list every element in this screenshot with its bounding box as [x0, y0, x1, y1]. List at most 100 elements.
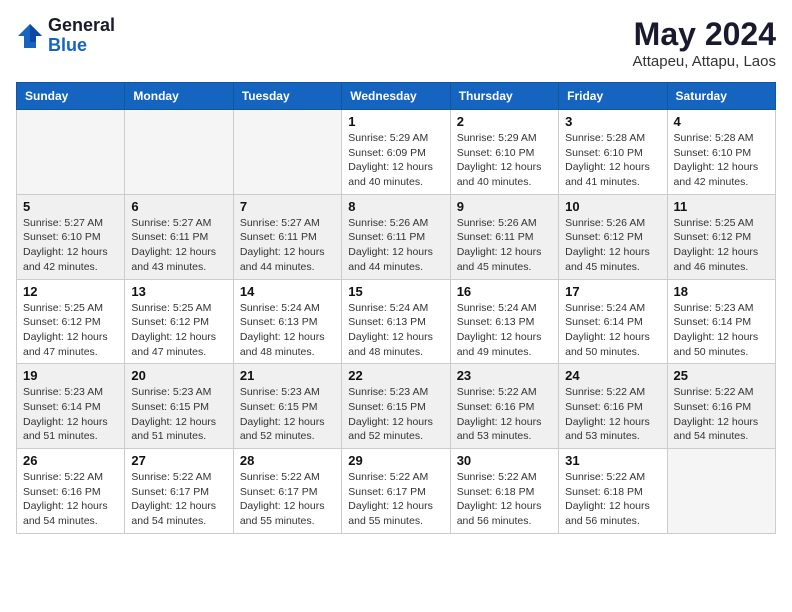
calendar-cell: 22 Sunrise: 5:23 AM Sunset: 6:15 PM Dayli…: [342, 364, 450, 449]
day-number: 31: [565, 453, 660, 468]
calendar-cell: 9 Sunrise: 5:26 AM Sunset: 6:11 PM Daylig…: [450, 194, 558, 279]
day-info: Sunrise: 5:23 AM Sunset: 6:14 PM Dayligh…: [23, 385, 118, 444]
calendar-cell: 4 Sunrise: 5:28 AM Sunset: 6:10 PM Daylig…: [667, 110, 775, 195]
calendar-cell: 13Sunrise: 5:25 AM Sunset: 6:12 PM Dayli…: [125, 279, 233, 364]
title-block: May 2024 Attapeu, Attapu, Laos: [633, 16, 776, 70]
logo-icon: [16, 22, 44, 50]
calendar-cell: 6Sunrise: 5:27 AM Sunset: 6:11 PM Daylig…: [125, 194, 233, 279]
day-info: Sunrise: 5:25 AM Sunset: 6:12 PM Dayligh…: [23, 301, 118, 360]
calendar-cell: 8Sunrise: 5:26 AM Sunset: 6:11 PM Daylig…: [342, 194, 450, 279]
day-number: 5: [23, 199, 118, 214]
calendar-cell: 26 Sunrise: 5:22 AM Sunset: 6:16 PM Dayli…: [17, 449, 125, 534]
day-info: Sunrise: 5:25 AM Sunset: 6:12 PM Dayligh…: [674, 216, 769, 275]
day-number: 17: [565, 284, 660, 299]
day-info: Sunrise: 5:22 AM Sunset: 6:18 PM Dayligh…: [565, 470, 660, 529]
day-info: Sunrise: 5:28 AM Sunset: 6:10 PM Dayligh…: [565, 131, 660, 190]
day-number: 10: [565, 199, 660, 214]
calendar-cell: 12 Sunrise: 5:25 AM Sunset: 6:12 PM Dayli…: [17, 279, 125, 364]
day-info: Sunrise: 5:23 AM Sunset: 6:14 PM Dayligh…: [674, 301, 769, 360]
calendar-cell: 29Sunrise: 5:22 AM Sunset: 6:17 PM Dayli…: [342, 449, 450, 534]
day-header-tuesday: Tuesday: [233, 83, 341, 110]
subtitle: Attapeu, Attapu, Laos: [633, 53, 776, 70]
calendar-cell: 15 Sunrise: 5:24 AM Sunset: 6:13 PM Dayli…: [342, 279, 450, 364]
day-info: Sunrise: 5:22 AM Sunset: 6:16 PM Dayligh…: [23, 470, 118, 529]
day-number: 24: [565, 368, 660, 383]
calendar-cell: 7 Sunrise: 5:27 AM Sunset: 6:11 PM Daylig…: [233, 194, 341, 279]
calendar-cell: [233, 110, 341, 195]
calendar: SundayMondayTuesdayWednesdayThursdayFrid…: [16, 82, 776, 534]
day-number: 15: [348, 284, 443, 299]
day-info: Sunrise: 5:25 AM Sunset: 6:12 PM Dayligh…: [131, 301, 226, 360]
day-number: 18: [674, 284, 769, 299]
day-header-friday: Friday: [559, 83, 667, 110]
calendar-cell: 21Sunrise: 5:23 AM Sunset: 6:15 PM Dayli…: [233, 364, 341, 449]
calendar-cell: 31 Sunrise: 5:22 AM Sunset: 6:18 PM Dayli…: [559, 449, 667, 534]
day-info: Sunrise: 5:23 AM Sunset: 6:15 PM Dayligh…: [131, 385, 226, 444]
calendar-cell: 19Sunrise: 5:23 AM Sunset: 6:14 PM Dayli…: [17, 364, 125, 449]
calendar-week-row: 26 Sunrise: 5:22 AM Sunset: 6:16 PM Dayli…: [17, 449, 776, 534]
calendar-cell: 11 Sunrise: 5:25 AM Sunset: 6:12 PM Dayli…: [667, 194, 775, 279]
day-info: Sunrise: 5:24 AM Sunset: 6:13 PM Dayligh…: [240, 301, 335, 360]
day-number: 16: [457, 284, 552, 299]
calendar-cell: [667, 449, 775, 534]
calendar-cell: 17 Sunrise: 5:24 AM Sunset: 6:14 PM Dayli…: [559, 279, 667, 364]
day-number: 7: [240, 199, 335, 214]
day-header-wednesday: Wednesday: [342, 83, 450, 110]
day-header-saturday: Saturday: [667, 83, 775, 110]
day-info: Sunrise: 5:24 AM Sunset: 6:14 PM Dayligh…: [565, 301, 660, 360]
day-info: Sunrise: 5:23 AM Sunset: 6:15 PM Dayligh…: [348, 385, 443, 444]
day-number: 26: [23, 453, 118, 468]
day-header-monday: Monday: [125, 83, 233, 110]
calendar-cell: 20 Sunrise: 5:23 AM Sunset: 6:15 PM Dayli…: [125, 364, 233, 449]
day-info: Sunrise: 5:22 AM Sunset: 6:18 PM Dayligh…: [457, 470, 552, 529]
main-title: May 2024: [633, 16, 776, 53]
calendar-cell: 23Sunrise: 5:22 AM Sunset: 6:16 PM Dayli…: [450, 364, 558, 449]
day-number: 9: [457, 199, 552, 214]
calendar-week-row: 19Sunrise: 5:23 AM Sunset: 6:14 PM Dayli…: [17, 364, 776, 449]
day-info: Sunrise: 5:24 AM Sunset: 6:13 PM Dayligh…: [457, 301, 552, 360]
day-number: 1: [348, 114, 443, 129]
day-info: Sunrise: 5:22 AM Sunset: 6:16 PM Dayligh…: [674, 385, 769, 444]
day-info: Sunrise: 5:26 AM Sunset: 6:11 PM Dayligh…: [457, 216, 552, 275]
calendar-cell: [125, 110, 233, 195]
day-number: 20: [131, 368, 226, 383]
calendar-cell: 5Sunrise: 5:27 AM Sunset: 6:10 PM Daylig…: [17, 194, 125, 279]
day-header-thursday: Thursday: [450, 83, 558, 110]
day-number: 4: [674, 114, 769, 129]
day-number: 3: [565, 114, 660, 129]
day-info: Sunrise: 5:28 AM Sunset: 6:10 PM Dayligh…: [674, 131, 769, 190]
calendar-header-row: SundayMondayTuesdayWednesdayThursdayFrid…: [17, 83, 776, 110]
day-number: 28: [240, 453, 335, 468]
calendar-cell: 25 Sunrise: 5:22 AM Sunset: 6:16 PM Dayli…: [667, 364, 775, 449]
day-header-sunday: Sunday: [17, 83, 125, 110]
day-info: Sunrise: 5:22 AM Sunset: 6:16 PM Dayligh…: [457, 385, 552, 444]
day-info: Sunrise: 5:24 AM Sunset: 6:13 PM Dayligh…: [348, 301, 443, 360]
calendar-cell: 16 Sunrise: 5:24 AM Sunset: 6:13 PM Dayli…: [450, 279, 558, 364]
calendar-cell: [17, 110, 125, 195]
day-number: 12: [23, 284, 118, 299]
day-number: 2: [457, 114, 552, 129]
page-header: General Blue May 2024 Attapeu, Attapu, L…: [16, 16, 776, 70]
calendar-week-row: 12 Sunrise: 5:25 AM Sunset: 6:12 PM Dayli…: [17, 279, 776, 364]
day-number: 25: [674, 368, 769, 383]
calendar-cell: 3 Sunrise: 5:28 AM Sunset: 6:10 PM Daylig…: [559, 110, 667, 195]
day-number: 29: [348, 453, 443, 468]
calendar-cell: 10Sunrise: 5:26 AM Sunset: 6:12 PM Dayli…: [559, 194, 667, 279]
day-number: 27: [131, 453, 226, 468]
logo-blue: Blue: [48, 36, 115, 56]
day-info: Sunrise: 5:22 AM Sunset: 6:16 PM Dayligh…: [565, 385, 660, 444]
day-info: Sunrise: 5:27 AM Sunset: 6:11 PM Dayligh…: [240, 216, 335, 275]
calendar-week-row: 1Sunrise: 5:29 AM Sunset: 6:09 PM Daylig…: [17, 110, 776, 195]
calendar-cell: 2Sunrise: 5:29 AM Sunset: 6:10 PM Daylig…: [450, 110, 558, 195]
day-number: 8: [348, 199, 443, 214]
day-number: 6: [131, 199, 226, 214]
day-number: 21: [240, 368, 335, 383]
calendar-cell: 27Sunrise: 5:22 AM Sunset: 6:17 PM Dayli…: [125, 449, 233, 534]
day-number: 11: [674, 199, 769, 214]
logo-general: General: [48, 16, 115, 36]
calendar-cell: 18 Sunrise: 5:23 AM Sunset: 6:14 PM Dayli…: [667, 279, 775, 364]
calendar-cell: 24 Sunrise: 5:22 AM Sunset: 6:16 PM Dayli…: [559, 364, 667, 449]
logo: General Blue: [16, 16, 115, 56]
day-number: 22: [348, 368, 443, 383]
calendar-cell: 14Sunrise: 5:24 AM Sunset: 6:13 PM Dayli…: [233, 279, 341, 364]
